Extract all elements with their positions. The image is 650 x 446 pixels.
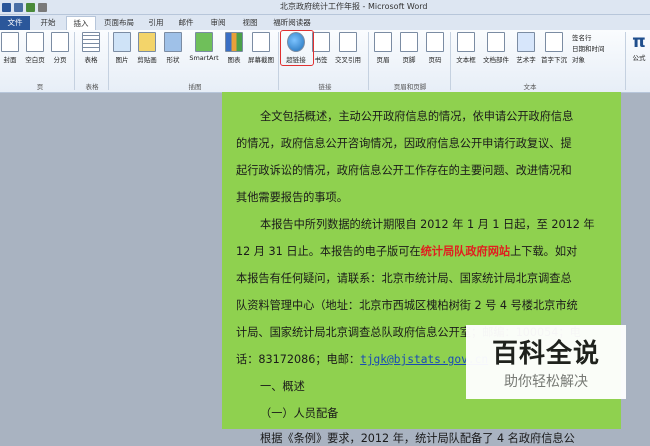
cover-page-button[interactable]: 封面 — [1, 32, 19, 64]
paragraph-line: 根据《条例》要求，2012 年，统计局队配备了 4 名政府信息公 — [260, 432, 575, 445]
text-box-button[interactable]: 文本框 — [454, 32, 478, 64]
equation-button[interactable]: π 公式 — [629, 32, 649, 62]
footer-button[interactable]: 页脚 — [398, 32, 420, 64]
group-label-pages: 页 — [36, 83, 44, 91]
quick-parts-icon — [487, 32, 505, 52]
watermark-logo: 百科全说 助你轻松解决 — [466, 325, 626, 399]
tab-view[interactable]: 视图 — [238, 16, 262, 30]
group-label-header-footer: 页眉和页脚 — [393, 83, 427, 91]
signature-line-button[interactable]: 签名行 — [572, 33, 605, 44]
paragraph-line: 全文包括概述，主动公开政府信息的情况，依申请公开政府信息 — [260, 110, 574, 123]
wordart-icon — [517, 32, 535, 52]
screenshot-icon — [252, 32, 270, 52]
pi-icon: π — [632, 32, 646, 52]
quick-access-toolbar — [2, 1, 47, 13]
tab-mailings[interactable]: 邮件 — [174, 16, 198, 30]
undo-icon[interactable] — [26, 2, 35, 12]
object-button[interactable]: 对象 — [572, 55, 605, 66]
group-separator — [450, 32, 451, 90]
quick-parts-button[interactable]: 文档部件 — [480, 32, 512, 64]
group-separator — [74, 32, 75, 90]
tab-foxit-reader[interactable]: 福昕阅读器 — [270, 16, 314, 30]
clip-art-button[interactable]: 剪贴画 — [134, 32, 160, 64]
tab-references[interactable]: 引用 — [144, 16, 168, 30]
save-icon[interactable] — [14, 2, 23, 12]
cross-reference-button[interactable]: 交叉引用 — [332, 32, 364, 64]
tab-review[interactable]: 审阅 — [206, 16, 230, 30]
chart-icon — [225, 32, 243, 52]
footer-icon — [400, 32, 418, 52]
paragraph-line: 队资料管理中心（地址：北京市西城区槐柏树街 2 号 4 号楼北京市统 — [236, 299, 578, 312]
tab-home[interactable]: 开始 — [36, 16, 60, 30]
page-number-button[interactable]: 页码 — [424, 32, 446, 64]
drop-cap-button[interactable]: 首字下沉 — [540, 32, 568, 64]
shapes-icon — [164, 32, 182, 52]
group-separator — [368, 32, 369, 90]
group-separator — [108, 32, 109, 90]
smartart-icon — [195, 32, 213, 52]
blank-page-button[interactable]: 空白页 — [23, 32, 47, 64]
group-label-tables: 表格 — [85, 83, 99, 91]
paragraph-line: 的情况，政府信息公开咨询情况，因政府信息公开申请行政复议、提 — [236, 137, 572, 150]
text-side-items: 签名行 日期和时间 对象 — [572, 33, 605, 66]
tab-insert[interactable]: 插入 — [66, 16, 96, 31]
ribbon: 封面 空白页 分页 表格 图片 剪贴画 形状 SmartArt 图表 屏幕截图 … — [0, 30, 650, 93]
table-icon — [82, 32, 100, 52]
group-label-illustrations: 插图 — [188, 83, 202, 91]
window-title: 北京政府统计工作年报 - Microsoft Word — [280, 2, 428, 11]
table-button[interactable]: 表格 — [80, 32, 102, 64]
header-button[interactable]: 页眉 — [372, 32, 394, 64]
bookmark-icon — [312, 32, 330, 52]
section-heading: 一、概述 — [260, 380, 305, 393]
drop-cap-icon — [545, 32, 563, 52]
picture-icon — [113, 32, 131, 52]
tab-file[interactable]: 文件 — [0, 16, 30, 30]
page-break-button[interactable]: 分页 — [50, 32, 70, 64]
paragraph-line: 话：83172086；电邮：tjgk@bjstats.gov.cn — [236, 353, 489, 366]
paragraph-line: 其他需要报告的事项。 — [236, 191, 348, 204]
group-label-links: 链接 — [318, 83, 332, 91]
page-break-icon — [51, 32, 69, 52]
word-icon — [2, 2, 11, 12]
website-name-text: 统计局队政府网站 — [420, 245, 511, 258]
smartart-button[interactable]: SmartArt — [186, 32, 222, 62]
redo-icon[interactable] — [38, 2, 47, 12]
chart-button[interactable]: 图表 — [224, 32, 244, 64]
title-bar: 北京政府统计工作年报 - Microsoft Word — [0, 0, 650, 15]
group-separator — [625, 32, 626, 90]
date-time-button[interactable]: 日期和时间 — [572, 44, 605, 55]
bookmark-button[interactable]: 书签 — [312, 32, 330, 64]
ribbon-tabs: 文件 开始 插入 页面布局 引用 邮件 审阅 视图 福昕阅读器 — [0, 15, 650, 31]
hyperlink-highlight-box — [280, 30, 314, 66]
shapes-button[interactable]: 形状 — [162, 32, 184, 64]
blank-page-icon — [26, 32, 44, 52]
cross-reference-icon — [339, 32, 357, 52]
clip-art-icon — [138, 32, 156, 52]
page-number-icon — [426, 32, 444, 52]
tab-page-layout[interactable]: 页面布局 — [100, 16, 138, 30]
text-box-icon — [457, 32, 475, 52]
paragraph-line: 起行政诉讼的情况，政府信息公开工作存在的主要问题、改进情况和 — [236, 164, 572, 177]
group-separator — [278, 32, 279, 90]
header-icon — [374, 32, 392, 52]
watermark-main-text: 百科全说 — [491, 339, 600, 369]
picture-button[interactable]: 图片 — [112, 32, 132, 64]
paragraph-line: 本报告有任何疑问，请联系：北京市统计局、国家统计局北京调查总 — [236, 272, 572, 285]
subsection-heading: （一）人员配备 — [260, 407, 339, 420]
screenshot-button[interactable]: 屏幕截图 — [246, 32, 276, 64]
paragraph-line: 12 月 31 日止。本报告的电子版可在统计局队政府网站上下载。如对 — [236, 245, 578, 258]
cover-page-icon — [1, 32, 19, 52]
paragraph-line: 本报告中所列数据的统计期限自 2012 年 1 月 1 日起，至 2012 年 — [260, 218, 595, 231]
watermark-sub-text: 助你轻松解决 — [504, 374, 588, 390]
group-label-text: 文本 — [523, 83, 537, 91]
wordart-button[interactable]: 艺术字 — [514, 32, 538, 64]
